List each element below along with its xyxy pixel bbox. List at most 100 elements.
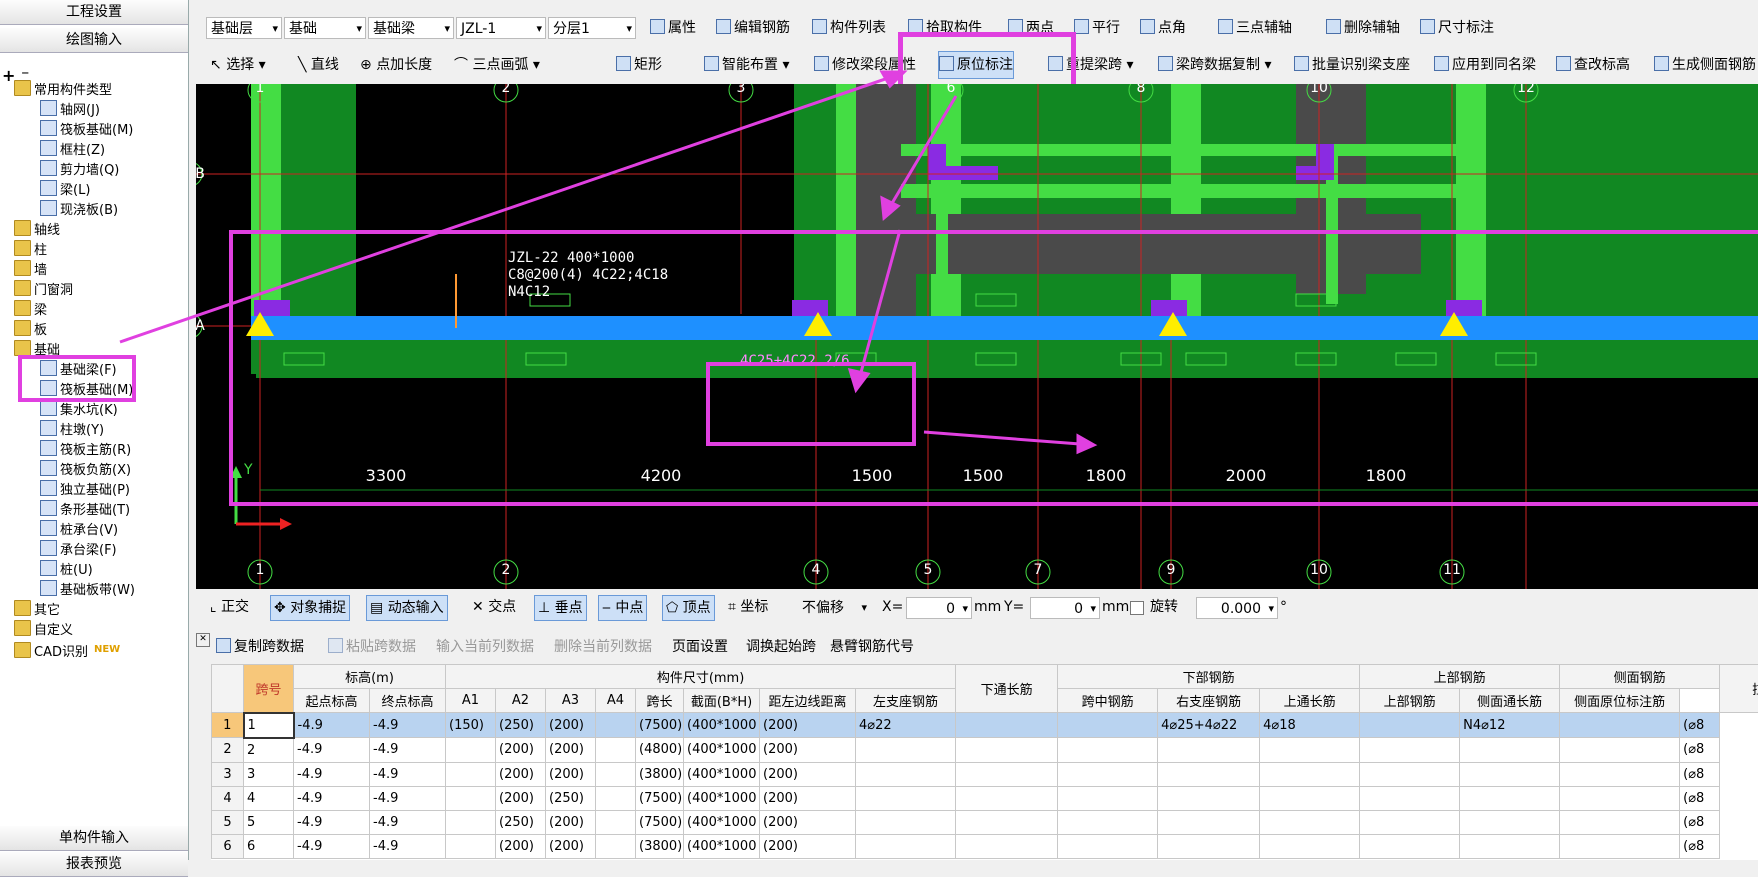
table-cell[interactable] <box>1260 810 1360 834</box>
table-cell[interactable] <box>596 762 636 786</box>
paste-span-button[interactable]: 粘贴跨数据 <box>328 633 416 661</box>
dynamic-input-toggle[interactable]: ▤ 动态输入 <box>366 595 448 621</box>
table-cell[interactable]: (⌀8 <box>1680 834 1720 858</box>
table-row[interactable]: 33-4.9-4.9(200)(200)(3800)(400*1000(200)… <box>212 762 1758 786</box>
coordinate-snap[interactable]: ⌗ 坐标 <box>728 593 768 621</box>
table-cell[interactable] <box>956 738 1058 763</box>
rotate-input[interactable]: 0.000 <box>1196 597 1278 619</box>
ortho-toggle[interactable]: ⌞ 正交 <box>210 593 249 621</box>
swap-start-span-button[interactable]: 调换起始跨 <box>746 633 816 661</box>
table-cell[interactable] <box>1158 786 1260 810</box>
table-cell[interactable]: -4.9 <box>370 762 446 786</box>
table-cell[interactable]: (⌀8 <box>1680 810 1720 834</box>
table-cell[interactable]: (3800) <box>636 762 684 786</box>
table-cell[interactable] <box>956 834 1058 858</box>
table-cell[interactable] <box>956 786 1058 810</box>
table-cell[interactable] <box>596 834 636 858</box>
table-cell[interactable] <box>446 786 496 810</box>
table-cell[interactable]: (200) <box>546 834 596 858</box>
table-cell[interactable] <box>1260 762 1360 786</box>
table-cell[interactable]: (250) <box>496 713 546 738</box>
table-cell[interactable]: (400*1000 <box>684 834 760 858</box>
table-cell[interactable]: (200) <box>496 738 546 763</box>
table-cell[interactable]: (200) <box>760 834 856 858</box>
table-cell[interactable]: -4.9 <box>294 738 370 763</box>
table-cell[interactable] <box>956 713 1058 738</box>
table-cell[interactable]: 4⌀22 <box>856 713 956 738</box>
table-cell[interactable] <box>1460 810 1560 834</box>
table-cell[interactable] <box>1058 713 1158 738</box>
table-cell[interactable]: -4.9 <box>370 810 446 834</box>
table-cell[interactable]: 3 <box>244 762 294 786</box>
table-cell[interactable] <box>596 810 636 834</box>
rotate-checkbox[interactable] <box>1130 601 1144 615</box>
table-cell[interactable]: (250) <box>546 786 596 810</box>
vertex-snap[interactable]: ⬠ 顶点 <box>662 595 715 621</box>
table-cell[interactable]: (200) <box>760 786 856 810</box>
delete-column-button[interactable]: 删除当前列数据 <box>554 633 652 661</box>
page-setup-button[interactable]: 页面设置 <box>672 633 728 661</box>
close-icon[interactable]: ✕ <box>196 633 210 647</box>
table-cell[interactable]: -4.9 <box>370 738 446 763</box>
table-cell[interactable] <box>856 786 956 810</box>
table-cell[interactable]: 4⌀25+4⌀22 <box>1158 713 1260 738</box>
table-row[interactable]: 22-4.9-4.9(200)(200)(4800)(400*1000(200)… <box>212 738 1758 763</box>
table-cell[interactable] <box>1158 762 1260 786</box>
table-cell[interactable]: N4⌀12 <box>1460 713 1560 738</box>
table-cell[interactable] <box>1460 786 1560 810</box>
table-cell[interactable]: (250) <box>496 810 546 834</box>
input-column-button[interactable]: 输入当前列数据 <box>436 633 534 661</box>
table-cell[interactable]: -4.9 <box>370 834 446 858</box>
table-cell[interactable]: (400*1000 <box>684 786 760 810</box>
table-cell[interactable]: -4.9 <box>294 786 370 810</box>
table-cell[interactable]: (⌀8 <box>1680 762 1720 786</box>
table-cell[interactable]: (200) <box>546 810 596 834</box>
table-cell[interactable]: -4.9 <box>294 834 370 858</box>
table-cell[interactable]: (200) <box>546 713 596 738</box>
table-cell[interactable]: (200) <box>546 762 596 786</box>
table-cell[interactable] <box>1058 786 1158 810</box>
table-cell[interactable] <box>1460 762 1560 786</box>
table-cell[interactable]: (⌀8 <box>1680 738 1720 763</box>
table-cell[interactable] <box>596 786 636 810</box>
table-cell[interactable]: 1 <box>244 713 294 738</box>
header-span[interactable]: 跨号 <box>244 665 294 713</box>
table-cell[interactable]: (400*1000 <box>684 762 760 786</box>
table-row[interactable]: 44-4.9-4.9(200)(250)(7500)(400*1000(200)… <box>212 786 1758 810</box>
table-row[interactable]: 11-4.9-4.9(150)(250)(200)(7500)(400*1000… <box>212 713 1758 738</box>
table-cell[interactable]: 6 <box>244 834 294 858</box>
table-cell[interactable] <box>1560 762 1680 786</box>
table-cell[interactable] <box>1360 738 1460 763</box>
table-row[interactable]: 55-4.9-4.9(250)(200)(7500)(400*1000(200)… <box>212 810 1758 834</box>
table-cell[interactable] <box>1158 810 1260 834</box>
table-cell[interactable]: (⌀8 <box>1680 786 1720 810</box>
table-cell[interactable] <box>446 738 496 763</box>
table-cell[interactable]: 2 <box>244 738 294 763</box>
table-cell[interactable] <box>1260 786 1360 810</box>
table-cell[interactable] <box>1360 834 1460 858</box>
table-cell[interactable] <box>856 810 956 834</box>
table-cell[interactable] <box>446 834 496 858</box>
table-cell[interactable]: -4.9 <box>294 762 370 786</box>
table-cell[interactable]: (150) <box>446 713 496 738</box>
table-cell[interactable] <box>596 738 636 763</box>
table-cell[interactable] <box>856 762 956 786</box>
table-cell[interactable] <box>1460 738 1560 763</box>
x-input[interactable]: 0 <box>906 597 972 619</box>
table-cell[interactable]: (200) <box>496 786 546 810</box>
table-cell[interactable] <box>1058 810 1158 834</box>
table-cell[interactable] <box>1560 713 1680 738</box>
table-cell[interactable]: (200) <box>496 762 546 786</box>
table-cell[interactable] <box>1560 810 1680 834</box>
table-cell[interactable] <box>1460 834 1560 858</box>
table-cell[interactable] <box>1158 738 1260 763</box>
table-cell[interactable]: (200) <box>760 810 856 834</box>
table-cell[interactable]: 5 <box>244 810 294 834</box>
table-cell[interactable]: (3800) <box>636 834 684 858</box>
table-cell[interactable]: 4 <box>244 786 294 810</box>
table-cell[interactable]: -4.9 <box>370 786 446 810</box>
table-cell[interactable] <box>1058 762 1158 786</box>
table-cell[interactable]: 4⌀18 <box>1260 713 1360 738</box>
table-cell[interactable]: -4.9 <box>294 810 370 834</box>
table-cell[interactable] <box>1058 834 1158 858</box>
